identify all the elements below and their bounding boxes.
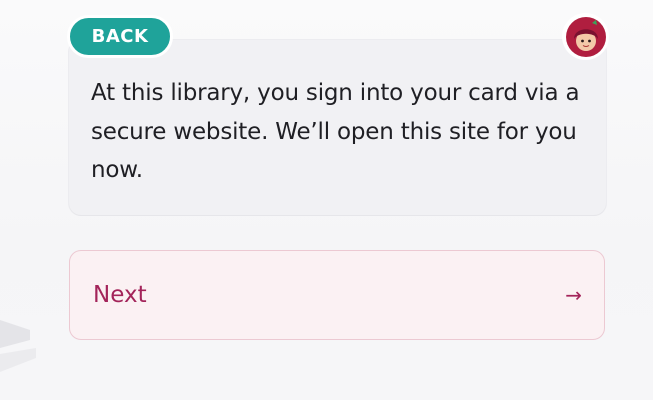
message-card: At this library, you sign into your card… xyxy=(69,40,606,215)
arrow-right-icon: → xyxy=(565,283,582,307)
avatar xyxy=(562,13,609,60)
next-button[interactable]: Next → xyxy=(69,250,605,340)
back-button[interactable]: BACK xyxy=(67,15,173,58)
libby-avatar-icon xyxy=(565,16,606,57)
next-label: Next xyxy=(93,282,147,308)
decorative-shape xyxy=(0,320,36,372)
message-text: At this library, you sign into your card… xyxy=(91,80,580,183)
